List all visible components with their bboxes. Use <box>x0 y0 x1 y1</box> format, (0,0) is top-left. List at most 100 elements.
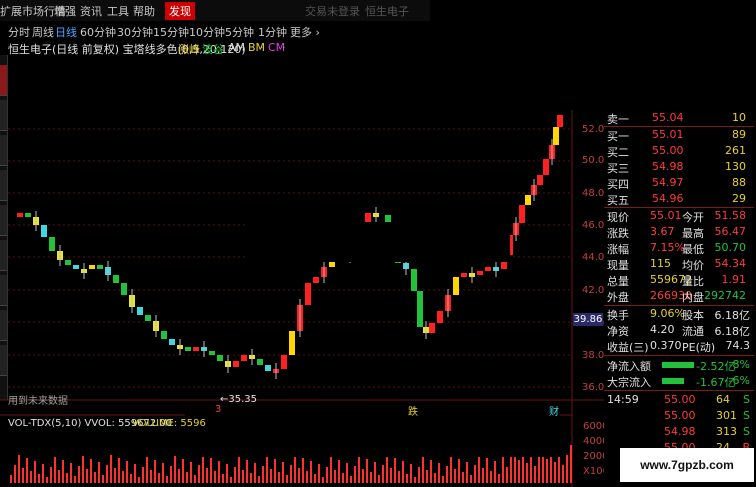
stat-row: 现量 115 均价 54.34 <box>604 256 754 273</box>
stat-value: 115 <box>650 257 671 270</box>
stat-row: 现价 55.01 今开 51.58 <box>604 208 754 225</box>
volume-bar <box>78 466 80 483</box>
stat-value: 9.06% <box>650 307 685 320</box>
volume-bar <box>530 453 532 483</box>
volume-bar <box>390 468 392 483</box>
menu-help[interactable]: 帮助 <box>133 3 155 19</box>
pagoda-bar <box>217 355 223 361</box>
pagoda-bar <box>553 127 559 145</box>
pagoda-bar <box>241 355 247 361</box>
volume-bar <box>430 460 432 483</box>
period-10min[interactable]: 10分钟 <box>189 24 225 40</box>
volume-bar <box>414 477 416 483</box>
bid-qty: 89 <box>732 128 746 141</box>
volume-bar <box>42 464 44 483</box>
volume-bar <box>198 465 200 483</box>
period-daily[interactable]: 日线 <box>55 24 77 40</box>
volume-bar <box>194 475 196 483</box>
volume-bar <box>342 473 344 483</box>
volume-bar <box>546 459 548 483</box>
flow-label: 净流入额 <box>607 360 651 373</box>
volume-bar <box>334 470 336 483</box>
menu-news[interactable]: 资讯 <box>80 3 102 19</box>
pagoda-bar <box>429 323 435 333</box>
volume-bar <box>66 473 68 483</box>
tick-dir: S <box>743 393 750 406</box>
stat-value: 55.01 <box>650 209 682 222</box>
volume-bar <box>250 473 252 483</box>
bid-price: 54.97 <box>652 176 684 189</box>
stat-value: 4.20 <box>650 323 675 336</box>
stat-label: 现价 <box>607 211 629 224</box>
legend-sep: · <box>240 41 244 54</box>
period-intraday[interactable]: 分时 <box>8 24 30 40</box>
period-bar: 分时 周线 日线 60分钟 30分钟 15分钟 10分钟 5分钟 1分钟 更多 … <box>0 21 430 39</box>
volume-bar <box>442 476 444 483</box>
period-30min[interactable]: 30分钟 <box>117 24 153 40</box>
tick-price: 55.00 <box>664 409 696 422</box>
period-more[interactable]: 更多 › <box>290 24 320 40</box>
volume-bar <box>518 460 520 483</box>
menu-tools[interactable]: 工具 <box>107 3 129 19</box>
volume-bar <box>478 455 480 483</box>
period-5min[interactable]: 5分钟 <box>225 24 254 40</box>
volume-bar <box>262 466 264 483</box>
volume-bar <box>354 466 356 483</box>
pagoda-bar <box>537 175 543 185</box>
pagoda-bar <box>49 237 55 251</box>
volume-bar <box>202 455 204 483</box>
pagoda-bar <box>257 359 263 365</box>
volume-bar <box>502 454 504 483</box>
volume-bar <box>402 461 404 483</box>
volume-bar <box>214 471 216 483</box>
stat-value: 6.18亿 <box>714 309 751 322</box>
volume-bar <box>102 475 104 483</box>
legend-sep: · <box>196 41 200 54</box>
pagoda-bar <box>461 273 467 277</box>
pagoda-bar <box>169 339 175 345</box>
volume-bar <box>182 459 184 483</box>
volume-value: VOLUME: 5596 <box>132 418 206 429</box>
volume-bar <box>438 463 440 483</box>
stat-value: 1.91 <box>721 273 747 286</box>
stat-value: 54.34 <box>714 257 747 270</box>
volume-bar <box>274 459 276 483</box>
volume-bar <box>54 457 56 483</box>
ask-row: 卖一 55.04 10 <box>604 110 754 127</box>
volume-bar <box>118 458 120 483</box>
volume-bar <box>46 477 48 483</box>
volume-bar <box>70 463 72 483</box>
volume-bar <box>134 464 136 483</box>
bid-row: 买二 55.00 261 <box>604 143 754 160</box>
period-60min[interactable]: 60分钟 <box>80 24 116 40</box>
volume-bar <box>58 470 60 483</box>
pagoda-bar <box>453 277 459 295</box>
bid-qty: 29 <box>732 192 746 205</box>
pagoda-bar <box>525 195 531 205</box>
menu-enhance[interactable]: 增强 <box>54 3 76 19</box>
pagoda-bar <box>437 311 443 323</box>
stat-label: 内盘 <box>682 291 704 304</box>
pagoda-bar <box>41 225 47 237</box>
volume-bar <box>302 458 304 483</box>
volume-bar <box>158 473 160 483</box>
volume-bar <box>142 467 144 483</box>
stat-row: 换手 9.06% 股本 6.18亿 <box>604 306 754 323</box>
period-15min[interactable]: 15分钟 <box>153 24 189 40</box>
volume-bar <box>238 457 240 483</box>
volume-bar <box>330 457 332 483</box>
volume-bar <box>538 456 540 483</box>
volume-bar <box>346 463 348 483</box>
pagoda-bar <box>145 315 151 321</box>
pagoda-bar <box>519 205 525 223</box>
pagoda-bar <box>281 355 287 369</box>
volume-bar <box>290 465 292 483</box>
menu-discover[interactable]: 发现 <box>165 2 195 20</box>
tick-time: 14:59 <box>607 393 639 406</box>
stat-label: 均价 <box>682 259 704 272</box>
stat-value: 7.15% <box>650 241 685 254</box>
period-weekly[interactable]: 周线 <box>32 24 54 40</box>
volume-bar <box>318 464 320 483</box>
stat-label: 现量 <box>607 259 629 272</box>
period-1min[interactable]: 1分钟 <box>258 24 287 40</box>
